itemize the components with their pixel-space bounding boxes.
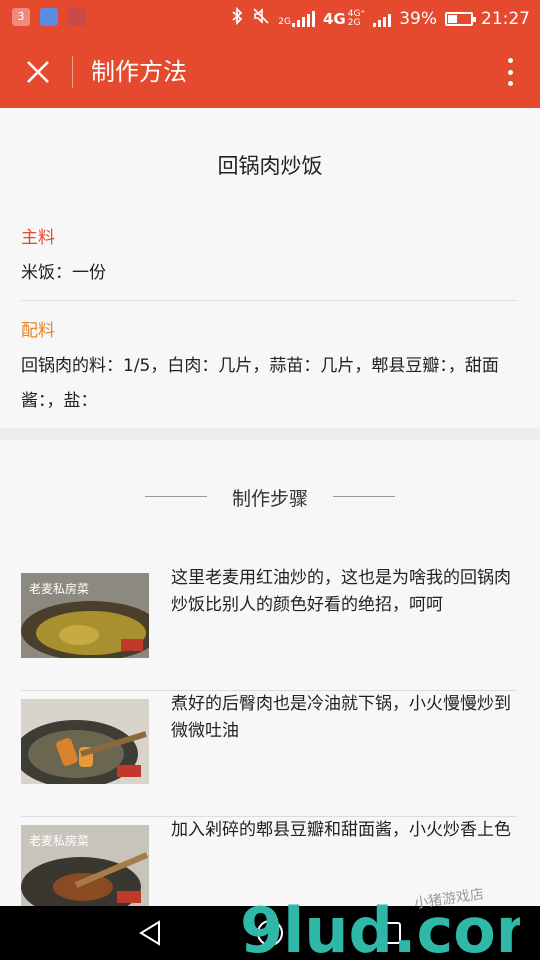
recents-square-icon xyxy=(379,922,401,944)
battery-percent: 39% xyxy=(399,8,437,29)
recipe-name: 回锅肉炒饭 xyxy=(217,154,323,178)
step-image[interactable]: 老麦私房菜 xyxy=(21,573,149,658)
network-type-label: 4G 4G⁺ 2G xyxy=(323,8,366,28)
back-triangle-icon xyxy=(139,920,160,946)
close-button[interactable] xyxy=(16,50,60,94)
close-icon xyxy=(27,61,49,83)
divider xyxy=(21,300,517,301)
home-button[interactable] xyxy=(253,916,287,950)
step-text: 煮好的后臀肉也是冷油就下锅，小火慢慢炒到微微吐油 xyxy=(171,694,511,741)
battery-icon xyxy=(445,11,476,26)
back-button[interactable] xyxy=(133,916,167,950)
signal-1-icon: 2G xyxy=(278,10,315,27)
status-right: 2G 4G 4G⁺ 2G 39% 21:27 xyxy=(230,6,530,30)
silent-icon xyxy=(252,7,270,30)
home-circle-icon xyxy=(257,920,283,946)
app-bar: 制作方法 xyxy=(0,36,540,108)
more-vertical-icon xyxy=(507,58,513,63)
section-gap xyxy=(0,428,540,440)
more-options-button[interactable] xyxy=(500,54,520,90)
page-title: 制作方法 xyxy=(91,58,187,86)
app-bar-divider xyxy=(72,56,73,88)
recents-button[interactable] xyxy=(373,916,407,950)
step-item[interactable]: 煮好的后臀肉也是冷油就下锅，小火慢慢炒到微微吐油 xyxy=(0,691,540,817)
secondary-ingredients-text: 回锅肉的料：1/5，白肉：几片，蒜苗：几片，郫县豆瓣：，甜面酱：，盐： xyxy=(21,356,499,411)
navigation-bar xyxy=(0,906,540,960)
steps-card: 制作步骤 老麦私房菜 这里老麦用红油炒的，这也是为啥我的回锅肉炒饭比别人的颜色好… xyxy=(0,440,540,906)
gallery-icon xyxy=(40,8,58,26)
step-image[interactable]: 老麦私房菜 xyxy=(21,825,149,906)
status-left-icons: 3 xyxy=(12,8,86,26)
signal-2-icon xyxy=(373,11,392,27)
step-image[interactable] xyxy=(21,699,149,784)
ingredients-card: 回锅肉炒饭 主料 米饭：一份 配料 回锅肉的料：1/5，白肉：几片，蒜苗：几片，… xyxy=(0,108,540,428)
steps-heading: 制作步骤 xyxy=(0,484,540,511)
clock: 21:27 xyxy=(481,8,530,29)
steps-heading-text: 制作步骤 xyxy=(231,488,308,510)
secondary-ingredients-label: 配料 xyxy=(21,321,55,341)
main-ingredients-text: 米饭：一份 xyxy=(21,263,106,283)
step-text: 这里老麦用红油炒的，这也是为啥我的回锅肉炒饭比别人的颜色好看的绝招，呵呵 xyxy=(171,568,511,615)
bluetooth-icon xyxy=(230,6,244,30)
step-item[interactable]: 老麦私房菜 加入剁碎的郫县豆瓣和甜面酱，小火炒香上色 xyxy=(0,817,540,906)
svg-text:老麦私房菜: 老麦私房菜 xyxy=(29,581,89,596)
status-bar: 3 2G 4G 4G⁺ 2G 39% 21:27 xyxy=(0,0,540,36)
notification-badge-icon: 3 xyxy=(12,8,30,26)
step-text: 加入剁碎的郫县豆瓣和甜面酱，小火炒香上色 xyxy=(171,820,511,840)
huawei-icon xyxy=(68,8,86,26)
main-ingredients-label: 主料 xyxy=(21,228,55,248)
step-item[interactable]: 老麦私房菜 这里老麦用红油炒的，这也是为啥我的回锅肉炒饭比别人的颜色好看的绝招，… xyxy=(0,565,540,691)
svg-text:老麦私房菜: 老麦私房菜 xyxy=(29,833,89,848)
